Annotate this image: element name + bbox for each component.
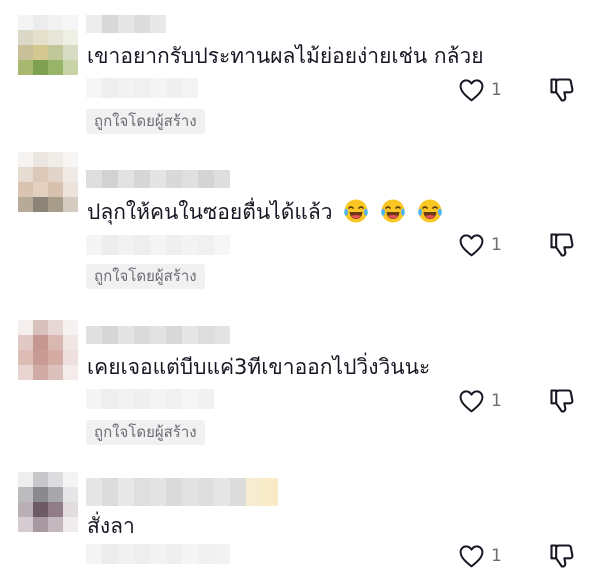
comment-text: เคยเจอแต่บีบแค่3ทีเขาออกไปวิ่งวินนะ (87, 355, 431, 379)
liked-by-creator-badge: ถูกใจโดยผู้สร้าง (86, 109, 205, 134)
like-button[interactable]: 1 (458, 544, 502, 568)
like-count: 1 (491, 391, 502, 411)
like-count: 1 (491, 546, 502, 566)
author-name[interactable] (86, 170, 230, 188)
face-with-tears-of-joy-icon (417, 199, 442, 223)
heart-outline-icon (459, 234, 484, 257)
comment-text: สั่งลา (87, 514, 135, 538)
author-name[interactable] (86, 15, 166, 33)
face-with-tears-of-joy-icon (381, 199, 405, 223)
author-name[interactable] (86, 478, 278, 506)
thumbs-down-outline-icon (550, 78, 574, 102)
comment-text: ปลุกให้คนในซอยตื่นได้แล้ว (87, 198, 443, 225)
like-button[interactable]: 1 (458, 78, 502, 102)
comment-meta (86, 544, 230, 564)
comment-meta (86, 235, 230, 255)
dislike-button[interactable] (548, 231, 576, 259)
like-button[interactable]: 1 (458, 389, 502, 413)
dislike-button[interactable] (548, 76, 576, 104)
heart-outline-icon (459, 390, 484, 413)
heart-outline-icon (459, 545, 484, 568)
avatar[interactable] (18, 472, 78, 532)
thumbs-down-outline-icon (550, 544, 574, 568)
avatar[interactable] (18, 15, 78, 75)
comment-meta (86, 389, 214, 409)
author-name[interactable] (86, 326, 230, 344)
face-with-tears-of-joy-icon (344, 199, 369, 223)
thumbs-down-outline-icon (550, 233, 574, 257)
like-count: 1 (491, 235, 502, 255)
comment-meta (86, 78, 198, 98)
like-count: 1 (491, 80, 502, 100)
liked-by-creator-badge: ถูกใจโดยผู้สร้าง (86, 264, 205, 289)
comment-text: เขาอยากรับประทานผลไม้ย่อยง่ายเช่น กล้วย (87, 44, 484, 68)
avatar[interactable] (18, 152, 78, 212)
like-button[interactable]: 1 (458, 233, 502, 257)
dislike-button[interactable] (548, 387, 576, 415)
heart-outline-icon (459, 79, 484, 102)
dislike-button[interactable] (548, 542, 576, 570)
liked-by-creator-badge: ถูกใจโดยผู้สร้าง (86, 420, 205, 445)
thumbs-down-outline-icon (550, 389, 574, 413)
avatar[interactable] (18, 320, 78, 380)
